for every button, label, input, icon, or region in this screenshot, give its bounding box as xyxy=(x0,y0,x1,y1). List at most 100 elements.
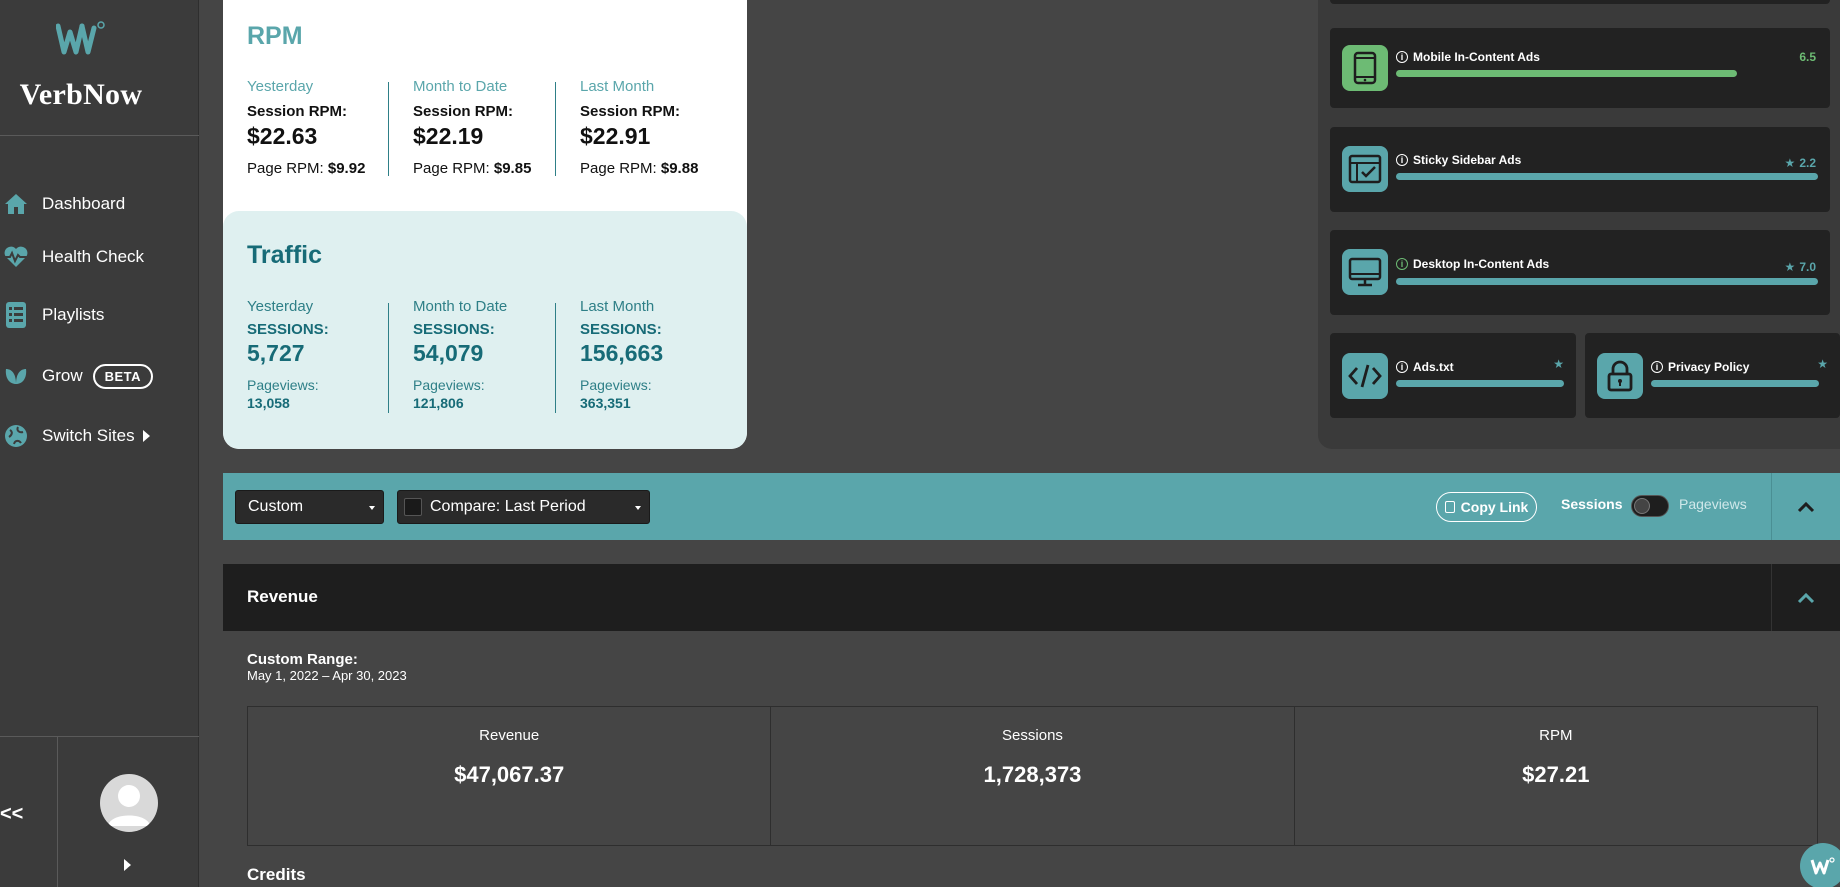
summary-label: Revenue xyxy=(479,727,540,744)
ad-card xyxy=(1330,0,1830,4)
sidebar: VerbNow Dashboard Health Check Playlists… xyxy=(0,0,199,887)
pageviews-value: 363,351 xyxy=(580,395,631,411)
summary-value: 1,728,373 xyxy=(983,762,1082,787)
chevron-up-icon xyxy=(1797,592,1815,603)
ad-score-value: 2.2 xyxy=(1799,156,1816,170)
star-icon[interactable]: ★ xyxy=(1785,156,1796,170)
sidebar-item-switch-sites[interactable]: Switch Sites xyxy=(0,416,150,456)
divider xyxy=(388,303,389,413)
sidebar-item-health-check[interactable]: Health Check xyxy=(0,237,144,277)
ad-card-sticky-sidebar[interactable]: i Sticky Sidebar Ads ★ 2.2 xyxy=(1330,127,1830,212)
info-icon[interactable]: i xyxy=(1396,258,1408,270)
chevron-up-icon xyxy=(1797,501,1815,512)
logo-area: VerbNow xyxy=(0,0,199,136)
pageviews-label: Pageviews: xyxy=(580,377,652,393)
code-icon xyxy=(1342,353,1388,399)
star-icon[interactable]: ★ xyxy=(1553,357,1564,371)
globe-icon xyxy=(2,422,30,450)
range-select-value: Custom xyxy=(248,498,304,515)
stats-card: RPM Yesterday Session RPM: $22.63 Page R… xyxy=(223,0,747,449)
info-icon[interactable]: i xyxy=(1396,51,1408,63)
rpm-title: RPM xyxy=(247,22,303,50)
filter-toolbar: Custom Compare: Last Period Copy Link Se… xyxy=(223,473,1840,540)
session-rpm-label: Session RPM: xyxy=(247,103,348,120)
sidebar-item-label: Grow xyxy=(42,366,83,385)
divider xyxy=(555,82,556,176)
summary-value: $27.21 xyxy=(1522,762,1590,787)
traffic-column-yesterday: Yesterday SESSIONS: 5,727 Pageviews: 13,… xyxy=(247,298,397,411)
caret-right-icon xyxy=(142,430,150,442)
ad-title: i Ads.txt xyxy=(1396,360,1454,374)
summary-sessions: Sessions 1,728,373 xyxy=(771,707,1295,845)
session-rpm-value: $22.63 xyxy=(247,123,318,149)
sidebar-item-playlists[interactable]: Playlists xyxy=(0,295,104,335)
session-rpm-label: Session RPM: xyxy=(413,103,514,120)
browser-check-icon xyxy=(1342,146,1388,192)
compare-select-value: Compare: Last Period xyxy=(430,498,586,515)
ad-title: i Privacy Policy xyxy=(1651,360,1749,374)
rpm-section: RPM Yesterday Session RPM: $22.63 Page R… xyxy=(223,0,747,212)
pageviews-value: 13,058 xyxy=(247,395,290,411)
collapse-sidebar-button[interactable]: << xyxy=(0,803,23,825)
page-rpm: Page RPM: $9.85 xyxy=(413,160,563,177)
period-label: Yesterday xyxy=(247,298,314,315)
page-rpm-value: $9.85 xyxy=(493,160,532,177)
copy-link-button[interactable]: Copy Link xyxy=(1436,492,1537,522)
pageviews-value: 121,806 xyxy=(413,395,464,411)
info-icon[interactable]: i xyxy=(1396,361,1408,373)
summary-label: Sessions xyxy=(1002,727,1063,744)
ad-title: i Mobile In-Content Ads xyxy=(1396,50,1540,64)
range-select[interactable]: Custom xyxy=(235,490,384,524)
sidebar-item-dashboard[interactable]: Dashboard xyxy=(0,184,125,224)
caret-down-icon xyxy=(635,506,641,510)
toggle-sessions-label[interactable]: Sessions xyxy=(1561,496,1622,512)
session-rpm-label: Session RPM: xyxy=(580,103,681,120)
info-icon[interactable]: i xyxy=(1396,154,1408,166)
lock-icon xyxy=(1597,353,1643,399)
period-label: Month to Date xyxy=(413,78,508,95)
toggle-pageviews-label[interactable]: Pageviews xyxy=(1679,496,1747,512)
traffic-column-month-to-date: Month to Date SESSIONS: 54,079 Pageviews… xyxy=(413,298,563,411)
brand-name: VerbNow xyxy=(19,78,143,111)
compare-select[interactable]: Compare: Last Period xyxy=(397,490,650,524)
ad-card-desktop-in-content[interactable]: i Desktop In-Content Ads ★ 7.0 xyxy=(1330,230,1830,315)
page-rpm: Page RPM: $9.92 xyxy=(247,160,397,177)
sidebar-item-label: Dashboard xyxy=(42,194,126,213)
period-label: Month to Date xyxy=(413,298,508,315)
summary-revenue: Revenue $47,067.37 xyxy=(248,707,772,845)
ad-progress-bar xyxy=(1396,380,1564,387)
revenue-title: Revenue xyxy=(247,587,318,606)
ad-progress-bar xyxy=(1396,278,1818,285)
avatar[interactable] xyxy=(100,774,158,832)
page-rpm-label: Page RPM: xyxy=(413,160,490,177)
page-rpm-value: $9.88 xyxy=(660,160,699,177)
sessions-label: SESSIONS: xyxy=(413,321,495,338)
leaf-icon xyxy=(2,362,30,390)
info-icon[interactable]: i xyxy=(1651,361,1663,373)
sidebar-item-grow[interactable]: Grow BETA xyxy=(0,356,154,396)
page-rpm-label: Page RPM: xyxy=(580,160,657,177)
collapse-revenue-button[interactable] xyxy=(1771,564,1840,631)
rpm-column-month-to-date: Month to Date Session RPM: $22.19 Page R… xyxy=(413,78,563,177)
beta-badge: BETA xyxy=(92,363,154,389)
ad-card-mobile-in-content[interactable]: i Mobile In-Content Ads 6.5 xyxy=(1330,28,1830,108)
ad-card-ads-txt[interactable]: i Ads.txt ★ xyxy=(1330,333,1576,418)
custom-range-value: May 1, 2022 – Apr 30, 2023 xyxy=(247,668,407,683)
ad-card-privacy-policy[interactable]: i Privacy Policy ★ xyxy=(1585,333,1840,418)
ad-title-text: Ads.txt xyxy=(1413,360,1454,374)
copy-icon xyxy=(1444,501,1455,513)
period-label: Last Month xyxy=(580,298,655,315)
ad-score-value: 7.0 xyxy=(1799,260,1816,274)
summary-value: $47,067.37 xyxy=(454,762,565,787)
pageviews-label: Pageviews: xyxy=(247,377,319,393)
star-icon[interactable]: ★ xyxy=(1785,260,1796,274)
user-menu-caret-icon[interactable] xyxy=(124,859,131,871)
ad-title-text: Mobile In-Content Ads xyxy=(1413,50,1540,64)
sessions-value: 156,663 xyxy=(580,340,664,366)
collapse-toolbar-button[interactable] xyxy=(1771,473,1840,540)
sessions-pageviews-toggle[interactable] xyxy=(1631,495,1669,517)
star-icon[interactable]: ★ xyxy=(1817,357,1828,371)
ad-title: i Desktop In-Content Ads xyxy=(1396,257,1549,271)
ad-score: ★ 7.0 xyxy=(1785,260,1816,274)
chat-launcher-button[interactable] xyxy=(1800,843,1840,887)
